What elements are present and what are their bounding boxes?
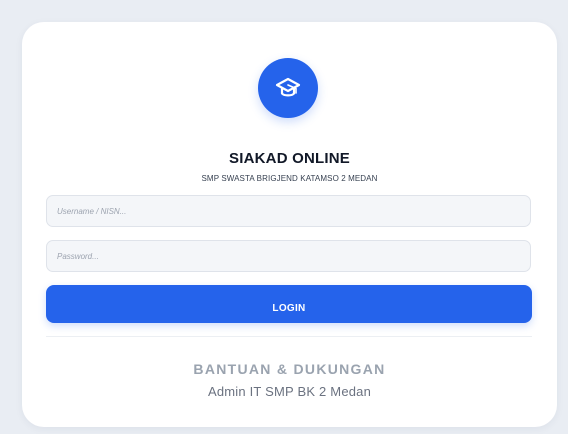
graduation-cap-icon: [274, 74, 302, 102]
password-input[interactable]: [46, 240, 531, 272]
login-button[interactable]: LOGIN: [46, 285, 532, 323]
login-card: SIAKAD ONLINE SMP SWASTA BRIGJEND KATAMS…: [22, 22, 557, 427]
school-name: SMP SWASTA BRIGJEND KATAMSO 2 MEDAN: [201, 174, 378, 183]
support-contact: Admin IT SMP BK 2 Medan: [207, 384, 372, 399]
login-page: SIAKAD ONLINE SMP SWASTA BRIGJEND KATAMS…: [0, 0, 568, 434]
section-divider: [46, 336, 532, 337]
app-logo: [258, 58, 318, 118]
username-input[interactable]: [46, 195, 531, 227]
support-heading: BANTUAN & DUKUNGAN: [193, 361, 386, 377]
app-title: SIAKAD ONLINE: [229, 150, 350, 167]
